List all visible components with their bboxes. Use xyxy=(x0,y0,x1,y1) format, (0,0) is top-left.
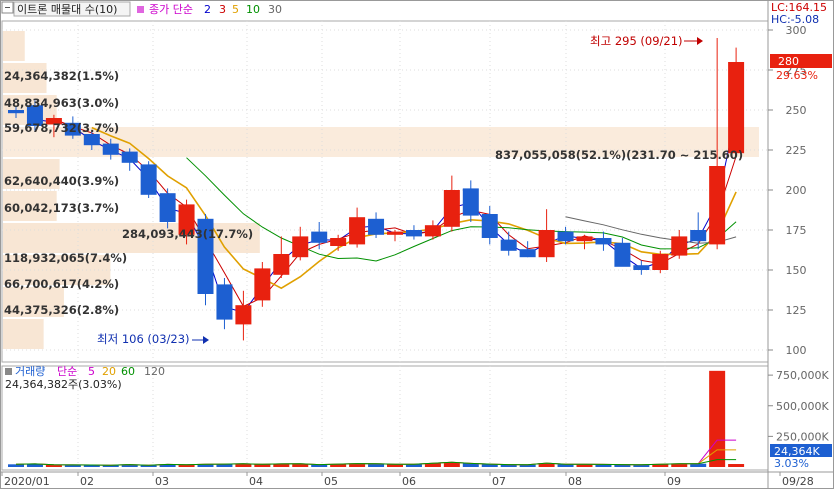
volume-tick-label: 250,000K xyxy=(776,430,829,443)
candle-body xyxy=(368,218,385,235)
candle-body xyxy=(462,188,479,216)
candle-body xyxy=(349,217,366,245)
volume-bar xyxy=(8,464,24,467)
ma-period-2: 2 xyxy=(204,3,211,16)
volume-profile-label: 24,364,382(1.5%) xyxy=(4,69,119,83)
volume-profile-bar xyxy=(3,319,44,349)
volume-bar xyxy=(709,370,726,467)
hc-label: HC:-5.08 xyxy=(771,13,819,26)
ma-period-3: 3 xyxy=(219,3,226,16)
volume-profile-label: 66,700,617(4.2%) xyxy=(4,277,119,291)
candle-body xyxy=(292,236,309,258)
candle-body xyxy=(121,151,138,163)
price-tick-label: 250 xyxy=(786,104,807,117)
ma-period-30: 30 xyxy=(268,3,282,16)
volume-ma-period-20: 20 xyxy=(102,365,116,378)
candle-body xyxy=(633,265,650,270)
date-tick-label: 03 xyxy=(155,475,169,488)
volume-profile-label: 60,042,173(3.7%) xyxy=(4,201,119,215)
candle-body xyxy=(443,190,460,227)
candle-body xyxy=(671,236,688,256)
volume-profile-bar xyxy=(3,31,25,61)
date-tick-label: 08 xyxy=(568,475,582,488)
volume-profile-label: 44,375,326(2.8%) xyxy=(4,303,119,317)
volume-profile-label: 62,640,440(3.9%) xyxy=(4,174,119,188)
candle-body xyxy=(387,231,403,235)
candle-body xyxy=(519,249,536,258)
volume-bar xyxy=(728,464,745,467)
candle-body xyxy=(311,231,328,243)
volume-tick-label: 750,000K xyxy=(776,369,829,382)
current-price-label: 280 xyxy=(778,55,799,68)
current-volume-pct: 3.03% xyxy=(774,457,809,470)
date-tick-label: 2020/01 xyxy=(4,475,50,488)
candle-body xyxy=(424,225,441,237)
ma-period-5: 5 xyxy=(232,3,239,16)
current-change-label: 29.63% xyxy=(776,69,818,82)
candle-body xyxy=(330,238,347,246)
ma-period-10: 10 xyxy=(246,3,260,16)
candle-body xyxy=(273,254,290,275)
price-tick-label: 200 xyxy=(786,184,807,197)
volume-profile-label: 59,678,732(3.7%) xyxy=(4,121,119,135)
candle-body xyxy=(500,239,517,251)
ma-label: 종가 단순 xyxy=(149,3,193,16)
volume-ma-period-5: 5 xyxy=(88,365,95,378)
candle-body xyxy=(576,236,593,242)
chart-title: 이트론 매물대 수(10) xyxy=(17,3,117,16)
volume-ma-period-120: 120 xyxy=(144,365,165,378)
volume-ma-period-60: 60 xyxy=(121,365,135,378)
date-tick-label: 09 xyxy=(667,475,681,488)
candle-body xyxy=(481,214,498,238)
price-tick-label: 225 xyxy=(786,144,807,157)
candle-body xyxy=(595,238,612,245)
candle-body xyxy=(652,254,669,270)
ma-legend-swatch xyxy=(137,6,144,13)
price-tick-label: 100 xyxy=(786,344,807,357)
volume-tick-label: 500,000K xyxy=(776,400,829,413)
candle-body xyxy=(8,110,24,114)
candle-body xyxy=(557,231,574,242)
candle-body xyxy=(405,230,422,237)
price-tick-label: 175 xyxy=(786,224,807,237)
volume-profile-label: 48,834,963(3.0%) xyxy=(4,96,119,110)
volume-legend-swatch xyxy=(5,368,12,375)
price-tick-label: 125 xyxy=(786,304,807,317)
volume-legend-label: 거래량 xyxy=(15,365,45,378)
date-tick-label: 05 xyxy=(324,475,338,488)
candle-body xyxy=(216,284,233,320)
candle-body xyxy=(254,268,271,301)
candle-body xyxy=(690,230,707,242)
volume-profile-label: 284,093,443(17.7%) xyxy=(122,227,253,241)
candle-body xyxy=(709,166,726,245)
candle-body xyxy=(159,193,176,222)
volume-current-readout: 24,364,382주(3.03%) xyxy=(5,378,122,391)
candle-body xyxy=(614,242,631,267)
candle-body xyxy=(83,134,100,146)
date-tick-label: 09/28 xyxy=(782,475,814,488)
candle-body xyxy=(538,230,555,258)
date-tick-label: 06 xyxy=(402,475,416,488)
date-tick-label: 02 xyxy=(80,475,94,488)
stock-chart[interactable]: 24,364,382(1.5%) 48,834,963(3.0%) 59,678,7… xyxy=(0,0,834,489)
candle-body xyxy=(235,305,252,325)
price-tick-label: 150 xyxy=(786,264,807,277)
volume-ma-label: 단순 xyxy=(57,365,77,378)
candle-body xyxy=(102,143,119,155)
candle-body xyxy=(140,164,157,195)
volume-profile-label: 118,932,065(7.4%) xyxy=(4,251,127,265)
date-tick-label: 07 xyxy=(492,475,506,488)
volume-profile-label: 837,055,058(52.1%)(231.70 ~ 215.60) xyxy=(495,148,743,162)
date-tick-label: 04 xyxy=(249,475,263,488)
high-annotation: 최고 295 (09/21) xyxy=(590,34,683,48)
chart-svg[interactable]: 24,364,382(1.5%) 48,834,963(3.0%) 59,678,7… xyxy=(0,0,834,489)
low-annotation: 최저 106 (03/23) xyxy=(97,332,190,346)
candle-body xyxy=(728,62,745,154)
